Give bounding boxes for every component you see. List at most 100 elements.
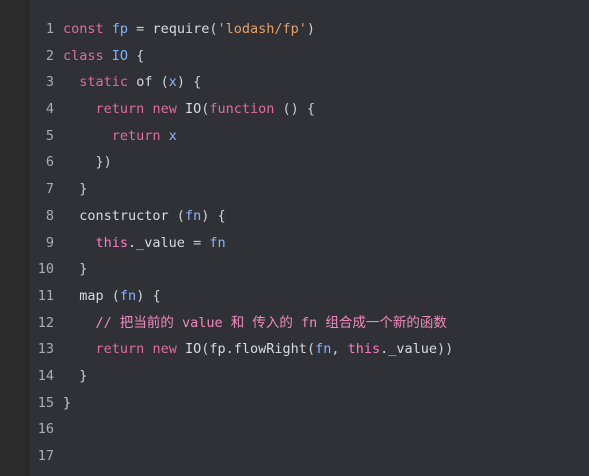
token-punctuation: }) [95, 154, 112, 171]
line-number: 5 [45, 127, 54, 144]
code-line[interactable]: 9 this._value = fn [30, 230, 589, 257]
code-content: map (fn) { [63, 283, 589, 310]
token-punctuation: ( [306, 341, 316, 358]
token-punctuation: , [331, 341, 348, 358]
code-line[interactable]: 8 constructor (fn) { [30, 203, 589, 230]
token-punctuation: } [63, 394, 72, 411]
token-function: require [152, 21, 210, 37]
token-keyword: function [209, 101, 275, 118]
token-class-name: IO [184, 101, 202, 118]
code-content: return new IO(function () { [63, 96, 589, 123]
token-this: this [347, 341, 381, 358]
line-number: 16 [37, 421, 54, 438]
token-method: flowRight [233, 341, 307, 358]
token-identifier: fp [111, 21, 129, 37]
code-content: const fp = require('lodash/fp') [63, 16, 589, 43]
token-operator: = [128, 21, 153, 37]
token-identifier: fp [209, 341, 226, 358]
code-line[interactable]: 5 return x [30, 123, 589, 150]
token-keyword: class [63, 47, 104, 64]
token-keyword: new [152, 341, 177, 358]
code-content: } [63, 363, 589, 390]
code-line[interactable]: 6 }) [30, 149, 589, 176]
token-property: ._value [380, 341, 438, 358]
line-number: 2 [45, 47, 54, 64]
code-editor[interactable]: 1 const fp = require('lodash/fp') 2 clas… [30, 0, 589, 476]
code-line[interactable]: 12 // 把当前的 value 和 传入的 fn 组合成一个新的函数 [30, 310, 589, 337]
code-line[interactable]: 3 static of (x) { [30, 69, 589, 96]
token-punctuation: } [79, 367, 88, 384]
code-line[interactable]: 11 map (fn) { [30, 283, 589, 310]
token-param: fn [119, 287, 137, 304]
token-keyword: return [111, 127, 161, 144]
token-param: x [168, 127, 177, 144]
code-line[interactable]: 16 [30, 416, 589, 443]
token-comment: // 把当前的 value 和 传入的 fn 组合成一个新的函数 [95, 314, 447, 331]
token-method: of [136, 74, 153, 91]
token-method: constructor [79, 207, 169, 224]
token-punctuation: )) [437, 341, 454, 358]
token-punctuation: { [128, 47, 145, 64]
token-param: fn [184, 207, 202, 224]
code-content: return new IO(fp.flowRight(fn, this._val… [63, 336, 589, 363]
token-param: fn [209, 234, 226, 251]
line-number: 15 [37, 394, 54, 411]
token-punctuation: ) [306, 21, 316, 37]
token-class-name: IO [111, 47, 129, 64]
token-string: 'lodash/fp' [217, 21, 307, 37]
code-line[interactable]: 1 const fp = require('lodash/fp') [30, 16, 589, 43]
code-line[interactable]: 10 } [30, 256, 589, 283]
token-operator: = [184, 234, 210, 251]
token-param: fn [315, 341, 332, 358]
token-property: ._value [128, 234, 185, 251]
code-line[interactable]: 13 return new IO(fp.flowRight(fn, this._… [30, 336, 589, 363]
token-punctuation: () { [274, 101, 316, 118]
token-this: this [95, 234, 129, 251]
line-number: 6 [45, 154, 54, 171]
line-number: 17 [37, 448, 54, 464]
code-content: return x [63, 123, 589, 150]
token-punctuation: ( [152, 74, 169, 91]
code-content: this._value = fn [63, 230, 589, 257]
code-line[interactable]: 15 } [30, 390, 589, 417]
line-number: 9 [45, 234, 54, 251]
code-content: }) [63, 149, 589, 176]
code-line[interactable]: 17 [30, 443, 589, 470]
token-keyword: return [95, 101, 145, 118]
code-content: constructor (fn) { [63, 203, 589, 230]
token-punctuation: } [79, 261, 88, 278]
token-punctuation: ) { [176, 74, 202, 91]
token-punctuation: ( [103, 287, 120, 304]
code-line[interactable]: 14 } [30, 363, 589, 390]
code-line[interactable]: 7 } [30, 176, 589, 203]
line-number: 11 [37, 287, 54, 304]
token-punctuation: . [225, 341, 234, 358]
line-number: 12 [37, 314, 54, 331]
code-content: } [63, 176, 589, 203]
code-line[interactable]: 2 class IO { [30, 43, 589, 70]
line-number: 4 [45, 101, 54, 118]
code-content: } [63, 390, 589, 417]
token-class-name: IO [184, 341, 202, 358]
token-punctuation: ) { [201, 207, 226, 224]
token-keyword: static [79, 74, 129, 91]
token-punctuation: ) { [136, 287, 161, 304]
token-param: x [168, 74, 177, 91]
token-keyword: const [63, 21, 104, 37]
code-line[interactable]: 4 return new IO(function () { [30, 96, 589, 123]
line-number: 8 [45, 207, 54, 224]
